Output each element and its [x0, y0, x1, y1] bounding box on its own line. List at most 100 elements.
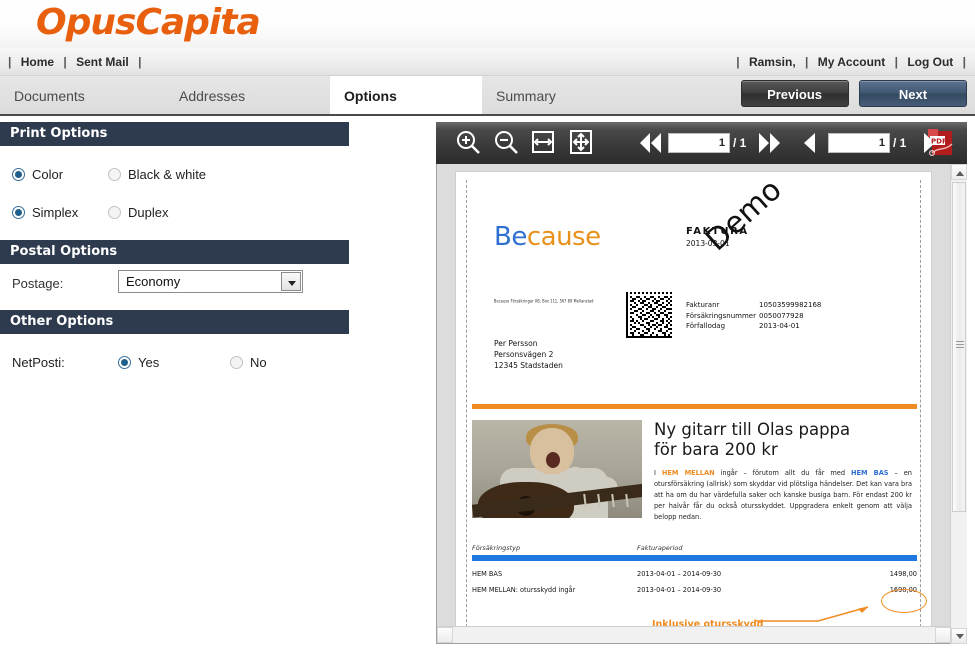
- radio-color[interactable]: Color: [12, 156, 63, 194]
- radio-simplex-label: Simplex: [32, 205, 79, 220]
- nav-separator: |: [63, 55, 67, 69]
- radio-netposti-no[interactable]: No: [230, 344, 267, 382]
- nav-link-my-account[interactable]: My Account: [812, 48, 892, 76]
- scroll-down-icon[interactable]: [951, 628, 967, 644]
- tab-addresses[interactable]: Addresses: [165, 76, 330, 116]
- nav-separator: |: [138, 55, 142, 69]
- blue-divider: [472, 555, 917, 561]
- because-logo: Because: [494, 222, 601, 252]
- chevron-down-icon[interactable]: [281, 272, 301, 291]
- first-page-icon[interactable]: [636, 130, 664, 156]
- recipient-name: Per Persson: [494, 339, 538, 348]
- tab-options[interactable]: Options: [330, 76, 482, 116]
- duplex-mode-row: Simplex Duplex: [0, 194, 349, 232]
- radio-simplex[interactable]: Simplex: [12, 194, 78, 232]
- promo-body: I HEM MELLAN ingår – förutom allt du får…: [654, 468, 912, 523]
- postage-select[interactable]: Economy: [118, 270, 303, 293]
- tab-documents[interactable]: Documents: [0, 76, 165, 116]
- radio-black-white[interactable]: Black & white: [108, 156, 206, 194]
- options-panel: Print Options Color Black & white Simple…: [0, 122, 349, 390]
- table-row-type: HEM MELLAN: otursskydd ingår: [472, 586, 576, 594]
- pdf-page-stage[interactable]: Because Because Försäkringar AB, Box 111…: [436, 164, 967, 644]
- logo-text-capita: Capita: [135, 2, 260, 43]
- next-button[interactable]: Next: [859, 80, 967, 107]
- promo-title: Ny gitarr till Olas pappa för bara 200 k…: [654, 420, 916, 460]
- horizontal-scrollbar[interactable]: [437, 626, 951, 643]
- promo-brand-hem-mellan: HEM MELLAN: [661, 469, 715, 477]
- recipient-city: 12345 Stadstaden: [494, 361, 563, 370]
- invoice-document: Because Because Försäkringar AB, Box 111…: [456, 172, 933, 643]
- page-total-label: / 1: [893, 136, 907, 150]
- nav-separator: |: [962, 55, 966, 69]
- radio-netposti-yes[interactable]: Yes: [118, 344, 159, 382]
- nav-separator: |: [736, 55, 740, 69]
- fit-width-icon[interactable]: [530, 128, 556, 156]
- table-row-type: HEM BAS: [472, 570, 503, 578]
- annotation-arrow-icon: [756, 604, 874, 626]
- datamatrix-barcode: [626, 292, 672, 338]
- table-header-col2: Fakturaperiod: [637, 544, 683, 552]
- netposti-row: NetPosti: Yes No: [0, 344, 349, 382]
- promo-title-line1: Ny gitarr till Olas pappa: [654, 420, 851, 439]
- radio-color-label: Color: [32, 167, 64, 182]
- postage-label: Postage:: [12, 276, 64, 291]
- nav-separator: |: [805, 55, 809, 69]
- previous-button[interactable]: Previous: [740, 80, 849, 107]
- invoice-meta-value: 10503599982168: [759, 301, 822, 309]
- other-options-header: Other Options: [0, 310, 349, 334]
- scroll-up-icon[interactable]: [951, 164, 967, 180]
- zoom-out-icon[interactable]: [492, 128, 520, 156]
- invoice-meta-value: 2013-04-01: [759, 322, 800, 330]
- utility-nav-right: | Ramsin, | My Account | Log Out |: [736, 48, 966, 76]
- nav-link-log-out[interactable]: Log Out: [901, 48, 959, 76]
- radio-simplex-indicator: [12, 206, 25, 219]
- utility-nav: | Home | Sent Mail | | Ramsin, | My Acco…: [0, 48, 975, 76]
- radio-color-indicator: [12, 168, 25, 181]
- tab-summary[interactable]: Summary: [482, 76, 632, 116]
- orange-divider: [472, 404, 917, 409]
- table-header-col1: Försäkringstyp: [472, 544, 521, 552]
- print-options-body: Color Black & white Simplex Duplex: [0, 146, 349, 240]
- fit-page-icon[interactable]: [568, 128, 594, 156]
- zoom-in-icon[interactable]: [454, 128, 482, 156]
- pdf-export-icon[interactable]: PDF: [925, 127, 957, 159]
- wizard-tab-bar: Documents Addresses Options Summary Prev…: [0, 76, 975, 129]
- scroll-right-icon[interactable]: [935, 627, 951, 643]
- nav-separator: |: [8, 55, 12, 69]
- promo-photo-guitar-boy: [472, 420, 642, 518]
- invoice-meta-rows: Fakturanr 10503599982168 Försäkringsnumme…: [686, 300, 821, 332]
- print-options-header: Print Options: [0, 122, 349, 146]
- pdf-toolbar: 1 / 1 1 / 1 PDF: [436, 122, 967, 164]
- vertical-scrollbar[interactable]: [950, 164, 967, 644]
- scroll-left-icon[interactable]: [437, 627, 453, 643]
- svg-text:PDF: PDF: [931, 138, 947, 146]
- page-number-input[interactable]: 1: [828, 133, 890, 153]
- invoice-meta-key: Förfallodag: [686, 322, 726, 330]
- nav-user-name[interactable]: Ramsin,: [743, 48, 802, 76]
- radio-duplex[interactable]: Duplex: [108, 194, 168, 232]
- radio-netposti-no-indicator: [230, 356, 243, 369]
- radio-duplex-label: Duplex: [128, 205, 169, 220]
- recipient-address: Per Persson Personsvägen 2 12345 Stadsta…: [494, 338, 563, 371]
- netposti-label: NetPosti:: [12, 355, 65, 370]
- nav-link-sent-mail[interactable]: Sent Mail: [70, 48, 135, 76]
- photo-mouth: [546, 452, 560, 468]
- last-page-icon[interactable]: [756, 130, 784, 156]
- main-content: Print Options Color Black & white Simple…: [0, 116, 975, 651]
- utility-nav-left: | Home | Sent Mail |: [8, 48, 141, 76]
- previous-page-icon[interactable]: [800, 130, 820, 156]
- invoice-meta-row: Fakturanr 10503599982168: [686, 300, 821, 311]
- amount-highlight-ellipse: [881, 589, 927, 613]
- radio-netposti-yes-label: Yes: [138, 355, 160, 370]
- document-number-input[interactable]: 1: [668, 133, 730, 153]
- scrollbar-thumb[interactable]: [952, 182, 966, 512]
- postal-options-header: Postal Options: [0, 240, 349, 264]
- table-row-amount: 1498,00: [889, 570, 917, 578]
- invoice-meta-key: Fakturanr: [686, 301, 720, 309]
- radio-netposti-no-label: No: [250, 355, 267, 370]
- recipient-street: Personsvägen 2: [494, 350, 554, 359]
- postage-select-value: Economy: [126, 274, 181, 289]
- table-row-period: 2013-04-01 – 2014-09-30: [637, 586, 722, 594]
- nav-link-home[interactable]: Home: [15, 48, 60, 76]
- color-mode-row: Color Black & white: [0, 156, 349, 194]
